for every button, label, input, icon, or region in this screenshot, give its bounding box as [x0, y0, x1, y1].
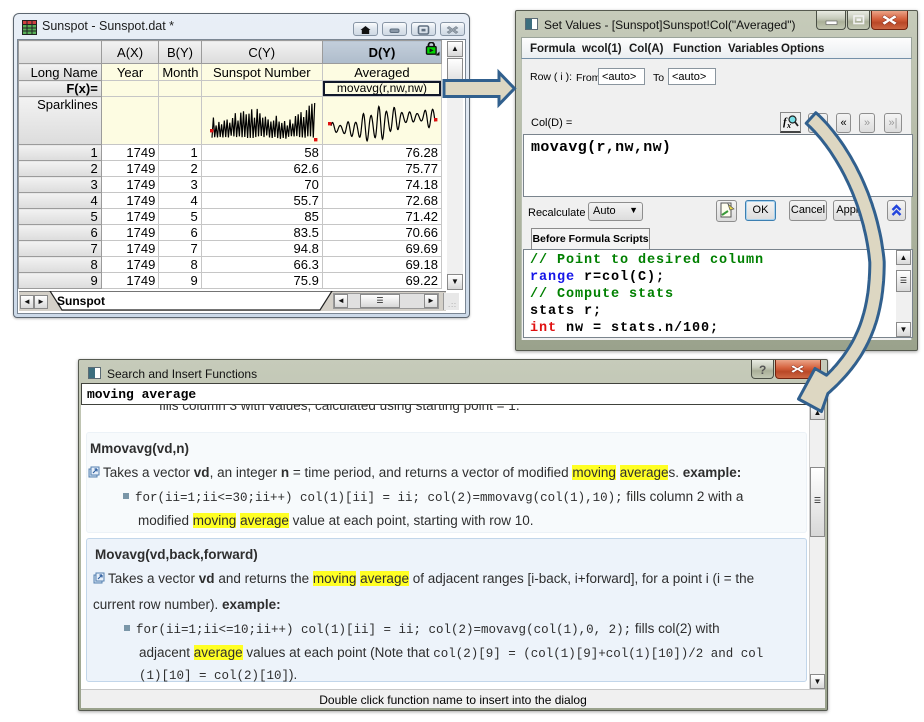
- svg-text:?: ?: [759, 363, 766, 377]
